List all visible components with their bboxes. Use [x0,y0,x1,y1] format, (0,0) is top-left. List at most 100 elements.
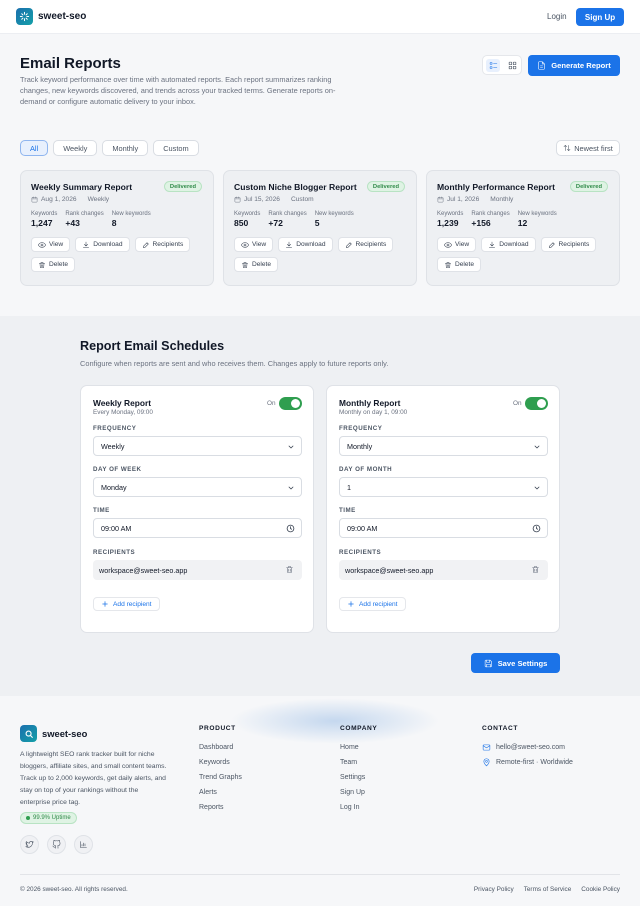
view-label: View [455,241,470,248]
generate-report-button[interactable]: Generate Report [528,55,620,76]
footer: sweet-seo A lightweight SEO rank tracker… [0,696,640,906]
trash-icon [242,261,248,268]
view-label: View [252,241,267,248]
add-recipient-button[interactable]: Add recipient [339,597,406,611]
report-meta: Jul 15, 2026 Custom [234,196,314,203]
frequency-select[interactable]: Monthly [339,436,548,456]
report-date: Aug 1, 2026 [41,196,77,203]
save-icon [484,659,492,667]
delete-button[interactable]: Delete [31,257,76,272]
twitter-icon[interactable] [20,835,39,854]
report-title[interactable]: Monthly Performance Report [437,182,555,192]
recipient-row: workspace@sweet-seo.app [339,560,548,580]
footer-link-team[interactable]: Team [340,755,377,770]
schedule-toggle[interactable] [279,397,302,410]
footer-link-reports[interactable]: Reports [199,800,242,815]
footer-link-alerts[interactable]: Alerts [199,785,242,800]
report-card: Custom Niche Blogger Report Delivered Ju… [223,170,417,286]
download-button[interactable]: Download [481,237,536,252]
brand-name[interactable]: sweet-seo [38,11,86,22]
download-button[interactable]: Download [75,237,130,252]
trash-icon[interactable] [531,565,540,574]
signup-button[interactable]: Sign Up [576,8,624,26]
recipients-button[interactable]: Recipients [134,237,191,252]
chevron-down-icon [534,445,540,449]
delete-button[interactable]: Delete [437,257,482,272]
terms-of-service-link[interactable]: Terms of Service [524,886,572,893]
sort-button[interactable]: Newest first [556,140,620,156]
footer-divider [20,874,620,875]
footer-brand[interactable]: sweet-seo [42,728,87,739]
logo-icon[interactable] [16,8,33,25]
view-button[interactable]: View [31,237,71,252]
chart-icon[interactable] [74,835,93,854]
stat-value: 5 [314,218,320,228]
contact-email-link[interactable]: hello@sweet-seo.com [482,740,573,755]
filter-weekly[interactable]: Weekly [53,140,98,156]
schedule-toggle[interactable] [525,397,548,410]
footer-link-sign-up[interactable]: Sign Up [340,785,377,800]
footer-link-home[interactable]: Home [340,740,377,755]
day-label: DAY OF WEEK [93,466,142,473]
download-icon [83,241,90,248]
filter-all[interactable]: All [20,140,49,156]
view-button[interactable]: View [234,237,274,252]
recipients-button[interactable]: Recipients [540,237,597,252]
filter-monthly[interactable]: Monthly [102,140,149,156]
report-title[interactable]: Weekly Summary Report [31,182,132,192]
cookie-policy-link[interactable]: Cookie Policy [581,886,620,893]
day-select[interactable]: Monday [93,477,302,497]
calendar-icon [234,196,241,203]
login-link[interactable]: Login [547,12,567,21]
pencil-icon [345,241,352,248]
toggle-label: On [267,400,276,407]
view-button[interactable]: View [437,237,477,252]
download-button[interactable]: Download [278,237,333,252]
filter-custom[interactable]: Custom [153,140,199,156]
stat-value: 1,239 [437,218,459,228]
footer-link-keywords[interactable]: Keywords [199,755,242,770]
frequency-label: FREQUENCY [93,425,137,432]
footer-link-log-in[interactable]: Log In [340,800,377,815]
time-label: TIME [339,507,356,514]
plus-icon [348,601,354,607]
report-type: Monthly [490,196,514,203]
calendar-icon [437,196,444,203]
time-input[interactable]: 09:00 AM [93,518,302,538]
trash-icon[interactable] [285,565,294,574]
clock-icon[interactable] [286,524,295,533]
time-input[interactable]: 09:00 AM [339,518,548,538]
report-type: Custom [290,196,314,203]
report-title[interactable]: Custom Niche Blogger Report [234,182,357,192]
uptime-label: 99.9% Uptime [33,815,71,821]
list-view-button[interactable] [486,59,500,72]
add-recipient-button[interactable]: Add recipient [93,597,160,611]
view-toggle [482,55,522,75]
clock-icon[interactable] [532,524,541,533]
frequency-select[interactable]: Weekly [93,436,302,456]
search-icon[interactable] [20,725,37,742]
day-select[interactable]: 1 [339,477,548,497]
time-value: 09:00 AM [101,523,132,533]
time-value: 09:00 AM [347,523,378,533]
day-value: Monday [101,482,127,492]
footer-link-settings[interactable]: Settings [340,770,377,785]
footer-link-trend-graphs[interactable]: Trend Graphs [199,770,242,785]
download-label: Download [93,241,123,248]
recipients-label: Recipients [558,241,590,248]
grid-view-button[interactable] [505,59,519,72]
delete-button[interactable]: Delete [234,257,279,272]
recipients-button[interactable]: Recipients [337,237,394,252]
download-icon [489,241,496,248]
github-icon[interactable] [47,835,66,854]
privacy-policy-link[interactable]: Privacy Policy [474,886,514,893]
pencil-icon [548,241,555,248]
footer-company-column: COMPANY Home Team Settings Sign Up Log I… [340,725,377,815]
recipient-row: workspace@sweet-seo.app [93,560,302,580]
eye-icon [444,241,452,248]
footer-link-dashboard[interactable]: Dashboard [199,740,242,755]
time-label: TIME [93,507,110,514]
save-settings-button[interactable]: Save Settings [471,653,560,673]
add-recipient-label: Add recipient [359,600,398,608]
trash-icon [445,261,451,268]
